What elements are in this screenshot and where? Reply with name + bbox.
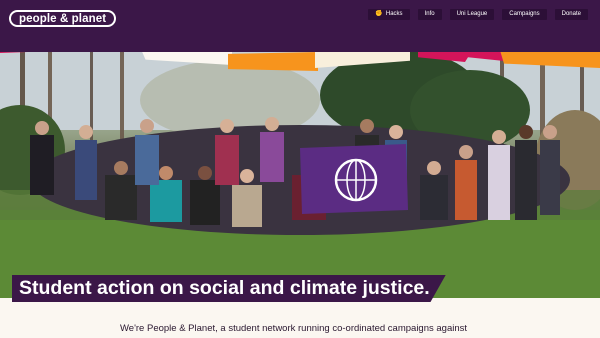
- nav-item-campaigns[interactable]: Campaigns: [502, 9, 547, 20]
- nav-item-label: Uni League: [456, 11, 488, 17]
- nav-item-label: Donate: [561, 11, 581, 17]
- decor-strip-orange-mid: [228, 52, 318, 71]
- group-banner: [300, 144, 408, 214]
- main-nav: ✊ Hacks Info Uni League Campaigns Donate: [368, 9, 588, 20]
- nav-item-hacks[interactable]: ✊ Hacks: [368, 9, 410, 20]
- fist-icon: ✊: [375, 11, 383, 17]
- nav-item-donate[interactable]: Donate: [554, 9, 588, 20]
- site-logo[interactable]: people & planet: [9, 10, 117, 27]
- nav-item-uni-league[interactable]: Uni League: [449, 9, 495, 20]
- nav-item-label: Info: [424, 11, 435, 17]
- hero-title: Student action on social and climate jus…: [12, 275, 446, 302]
- nav-item-label: Campaigns: [509, 11, 540, 17]
- hero-title-wrap: Student action on social and climate jus…: [12, 275, 446, 302]
- nav-item-label: Hacks: [385, 11, 403, 17]
- hero-photo: [0, 40, 600, 298]
- intro-text: We're People & Planet, a student network…: [120, 323, 468, 334]
- site-header: people & planet ✊ Hacks Info Uni League …: [0, 0, 600, 52]
- nav-item-info[interactable]: Info: [417, 9, 442, 20]
